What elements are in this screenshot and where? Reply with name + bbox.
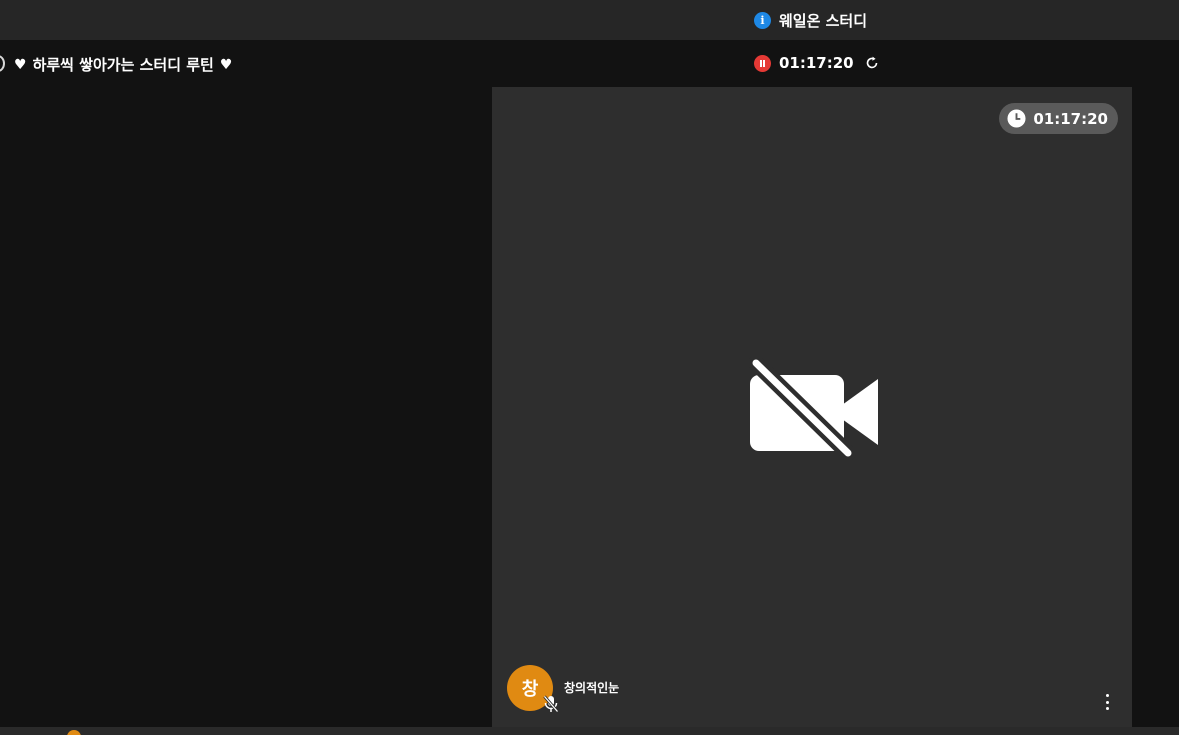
participant-video-tile[interactable]: 01:17:20 창 창의적인눈 [492,87,1132,727]
bottom-toolbar [0,727,1179,735]
heart-icon: ♥ [219,56,233,73]
tile-timer-text: 01:17:20 [1033,109,1108,128]
study-title: ♥ 하루씩 쌓아가는 스터디 루틴 ♥ [14,54,232,75]
mic-off-icon [543,695,559,713]
right-margin [1132,87,1179,727]
app-title-text: 웨일온 스터디 [779,12,868,30]
study-timer-text: 01:17:20 [779,54,854,72]
video-camera-off-icon [748,357,878,461]
avatar-initial: 창 [521,679,539,700]
participant-info: 창 창의적인눈 [507,665,620,713]
app-title: i 웨일온 스터디 [754,10,867,31]
shared-content-area [0,87,492,727]
tile-timer-badge: 01:17:20 [999,103,1118,134]
avatar: 창 [507,665,559,713]
more-vertical-icon[interactable] [1106,694,1110,710]
clock-icon [1007,109,1026,128]
refresh-icon[interactable] [864,55,880,71]
info-icon[interactable]: i [754,12,771,29]
study-title-text: 하루씩 쌓아가는 스터디 루틴 [32,56,214,74]
study-timer: 01:17:20 [754,54,880,72]
heart-icon: ♥ [14,56,27,73]
top-bar: i 웨일온 스터디 [0,0,1179,40]
participant-name: 창의적인눈 [564,680,620,695]
pause-icon[interactable] [754,54,771,72]
